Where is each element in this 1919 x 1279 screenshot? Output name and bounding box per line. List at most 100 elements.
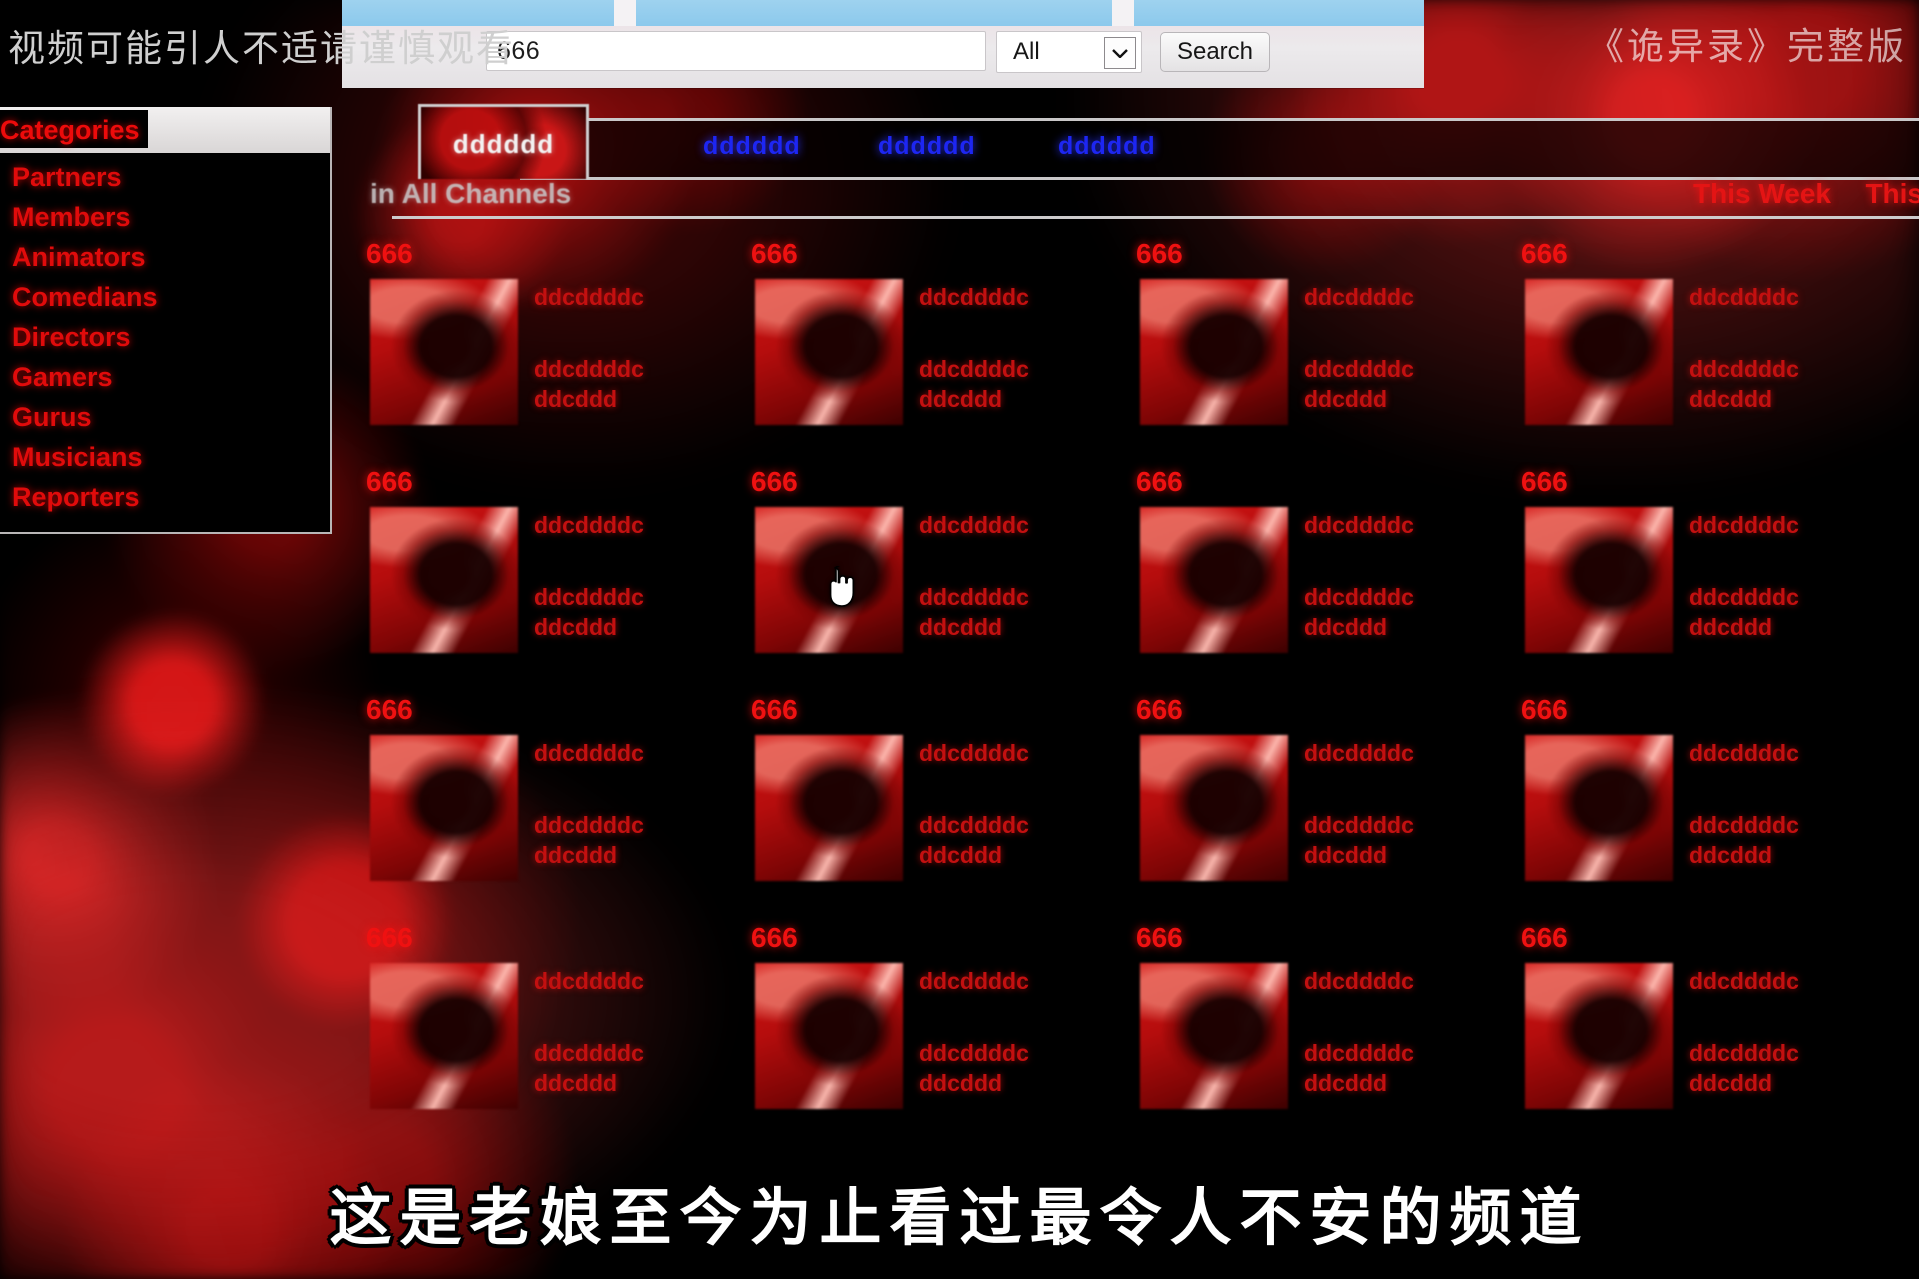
video-card[interactable]: 666 ddcddddc ddcddddc ddcddd <box>342 466 732 653</box>
sidebar-item-comedians[interactable]: Comedians <box>0 277 330 317</box>
video-thumbnail[interactable] <box>1140 507 1288 653</box>
video-card[interactable]: 666 ddcddddc ddcddddc ddcddd <box>727 466 1117 653</box>
video-card-title: 666 <box>751 922 798 953</box>
channel-tabbar: dddddd dddddd dddddd dddddd <box>358 104 1919 182</box>
video-meta-line: ddcddddc <box>1689 968 1799 994</box>
video-card-title: 666 <box>366 922 413 953</box>
sidebar-item-reporters[interactable]: Reporters <box>0 477 330 517</box>
video-card[interactable]: 666 ddcddddc ddcddddc ddcddd <box>1497 922 1887 1109</box>
video-meta-line: ddcddddc <box>534 512 644 538</box>
video-meta-line: ddcddd <box>1304 842 1388 869</box>
content-warning-text: 视频可能引人不适请谨慎观看 <box>8 27 515 70</box>
video-thumbnail[interactable] <box>755 507 903 653</box>
sidebar-item-musicians[interactable]: Musicians <box>0 437 330 477</box>
video-thumbnail[interactable] <box>1140 735 1288 881</box>
video-meta-line: ddcddddc <box>919 812 1029 839</box>
tab-link-2[interactable]: dddddd <box>878 132 976 161</box>
site-content-area: dddddd dddddd dddddd dddddd in All Chann… <box>342 88 1919 1279</box>
video-meta: ddcddddc ddcddddc ddcddd <box>919 279 1117 425</box>
video-thumbnail[interactable] <box>370 963 518 1109</box>
sidebar-item-members[interactable]: Members <box>0 197 330 237</box>
video-meta-line: ddcddddc <box>534 968 644 994</box>
video-thumbnail[interactable] <box>755 963 903 1109</box>
video-card[interactable]: 666 ddcddddc ddcddddc ddcddd <box>342 922 732 1109</box>
video-thumbnail[interactable] <box>1525 507 1673 653</box>
video-thumbnail[interactable] <box>1140 963 1288 1109</box>
video-meta-line: ddcddd <box>1689 614 1773 641</box>
video-card-title: 666 <box>366 466 413 497</box>
video-meta-line: ddcddddc <box>1689 584 1799 611</box>
video-thumbnail[interactable] <box>755 279 903 425</box>
video-thumbnail[interactable] <box>1140 279 1288 425</box>
video-meta-line: ddcddd <box>1304 1070 1388 1097</box>
video-meta-line: ddcddddc <box>1304 968 1414 994</box>
video-thumbnail[interactable] <box>370 507 518 653</box>
video-meta: ddcddddc ddcddddc ddcddd <box>1304 507 1502 653</box>
video-meta-line: ddcddd <box>1304 614 1388 641</box>
video-card[interactable]: 666 ddcddddc ddcddddc ddcddd <box>727 922 1117 1109</box>
video-card[interactable]: 666 ddcddddc ddcddddc ddcddd <box>1112 466 1502 653</box>
video-meta-line: ddcddd <box>1689 842 1773 869</box>
tab-active[interactable]: dddddd <box>418 104 589 179</box>
video-thumbnail[interactable] <box>370 735 518 881</box>
search-input[interactable] <box>486 31 986 71</box>
search-scope-value: All <box>1013 38 1040 65</box>
video-meta-line: ddcddddc <box>534 740 644 766</box>
search-button[interactable]: Search <box>1160 32 1270 72</box>
categories-panel: Categories Partners Members Animators Comed… <box>0 107 332 534</box>
video-meta-line: ddcddddc <box>919 584 1029 611</box>
video-grid: 666 ddcddddc ddcddddc ddcddd 666 ddcddddc ddcd… <box>342 238 1919 1279</box>
video-card-title: 666 <box>751 694 798 725</box>
video-thumbnail[interactable] <box>370 279 518 425</box>
video-card[interactable]: 666 ddcddddc ddcddddc ddcddd <box>1497 466 1887 653</box>
video-meta-line: ddcddddc <box>1304 584 1414 611</box>
video-meta-line: ddcddddc <box>1689 512 1799 538</box>
video-card[interactable]: 666 ddcddddc ddcddddc ddcddd <box>1497 694 1887 881</box>
video-card-title: 666 <box>1136 238 1183 269</box>
video-meta-line: ddcddd <box>919 386 1003 413</box>
sidebar-item-partners[interactable]: Partners <box>0 157 330 197</box>
video-frame: dddddd dddddd dddddd dddddd in All Chann… <box>0 0 1919 1279</box>
video-meta-line: ddcddddc <box>1689 356 1799 383</box>
video-card-title: 666 <box>366 238 413 269</box>
video-meta-line: ddcddd <box>534 614 618 641</box>
video-meta-line: ddcddddc <box>1689 1040 1799 1067</box>
video-meta-line: ddcddd <box>919 614 1003 641</box>
video-card[interactable]: 666 ddcddddc ddcddddc ddcddd <box>1112 694 1502 881</box>
video-meta-line: ddcddddc <box>919 284 1029 310</box>
video-thumbnail[interactable] <box>755 735 903 881</box>
tab-link-3[interactable]: dddddd <box>1058 132 1156 161</box>
video-meta: ddcddddc ddcddddc ddcddd <box>1689 507 1887 653</box>
range-this-week[interactable]: This Week <box>1693 178 1831 210</box>
video-card[interactable]: 666 ddcddddc ddcddddc ddcddd <box>1112 238 1502 425</box>
sidebar-item-directors[interactable]: Directors <box>0 317 330 357</box>
video-meta-line: ddcddddc <box>1304 740 1414 766</box>
video-card-title: 666 <box>1521 466 1568 497</box>
video-thumbnail[interactable] <box>1525 279 1673 425</box>
video-card[interactable]: 666 ddcddddc ddcddddc ddcddd <box>342 238 732 425</box>
sidebar-item-gamers[interactable]: Gamers <box>0 357 330 397</box>
search-scope-select[interactable]: All <box>996 31 1142 73</box>
video-meta: ddcddddc ddcddddc ddcddd <box>1304 735 1502 881</box>
video-meta-line: ddcddddc <box>534 584 644 611</box>
video-thumbnail[interactable] <box>1525 735 1673 881</box>
video-card[interactable]: 666 ddcddddc ddcddddc ddcddd <box>727 238 1117 425</box>
browser-tab-gap-2 <box>1112 0 1134 26</box>
video-card-title: 666 <box>1521 922 1568 953</box>
video-card[interactable]: 666 ddcddddc ddcddddc ddcddd <box>1112 922 1502 1109</box>
video-meta-line: ddcddddc <box>534 356 644 383</box>
tab-link-1[interactable]: dddddd <box>703 132 801 161</box>
video-card-title: 666 <box>1136 922 1183 953</box>
range-this-truncated[interactable]: This <box>1865 178 1919 210</box>
sidebar-item-animators[interactable]: Animators <box>0 237 330 277</box>
sidebar-item-gurus[interactable]: Gurus <box>0 397 330 437</box>
video-meta: ddcddddc ddcddddc ddcddd <box>1689 279 1887 425</box>
video-card[interactable]: 666 ddcddddc ddcddddc ddcddd <box>1497 238 1887 425</box>
video-card[interactable]: 666 ddcddddc ddcddddc ddcddd <box>727 694 1117 881</box>
video-meta-line: ddcddddc <box>1304 284 1414 310</box>
chevron-down-icon[interactable] <box>1104 37 1136 69</box>
video-meta-line: ddcddddc <box>919 356 1029 383</box>
video-thumbnail[interactable] <box>1525 963 1673 1109</box>
video-card[interactable]: 666 ddcddddc ddcddddc ddcddd <box>342 694 732 881</box>
video-meta: ddcddddc ddcddddc ddcddd <box>919 507 1117 653</box>
